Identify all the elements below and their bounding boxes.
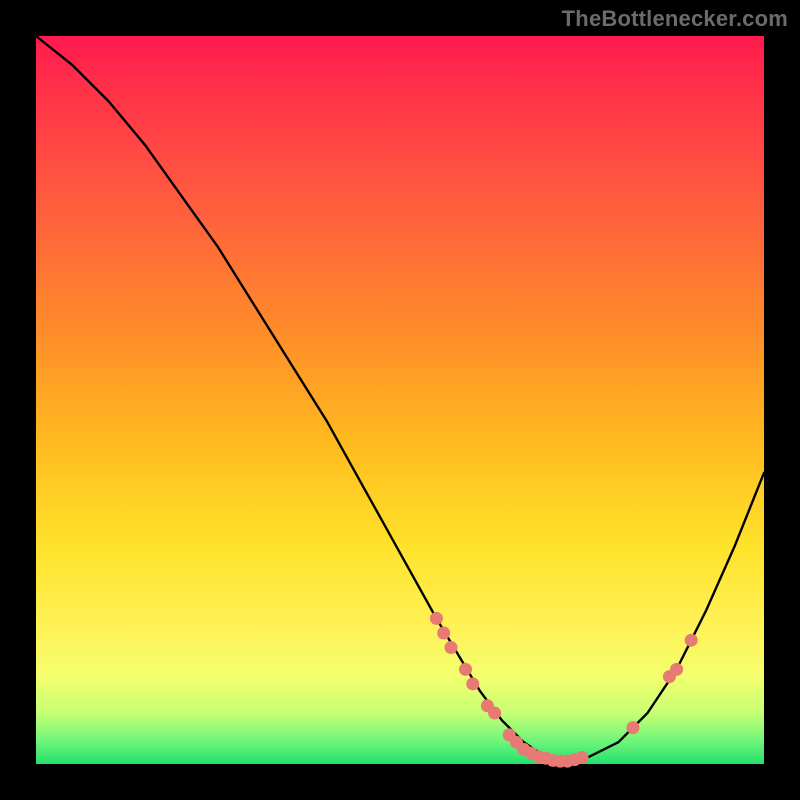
bottleneck-curve bbox=[36, 36, 764, 764]
data-marker bbox=[627, 721, 640, 734]
marker-group bbox=[430, 612, 698, 768]
attribution-label: TheBottlenecker.com bbox=[562, 6, 788, 32]
data-marker bbox=[459, 663, 472, 676]
data-marker bbox=[670, 663, 683, 676]
data-marker bbox=[576, 751, 589, 764]
data-marker bbox=[437, 627, 450, 640]
plot-area bbox=[36, 36, 764, 764]
data-marker bbox=[685, 634, 698, 647]
chart-frame: TheBottlenecker.com bbox=[0, 0, 800, 800]
data-marker bbox=[466, 677, 479, 690]
data-marker bbox=[430, 612, 443, 625]
data-marker bbox=[445, 641, 458, 654]
data-marker bbox=[488, 707, 501, 720]
curve-svg bbox=[36, 36, 764, 764]
